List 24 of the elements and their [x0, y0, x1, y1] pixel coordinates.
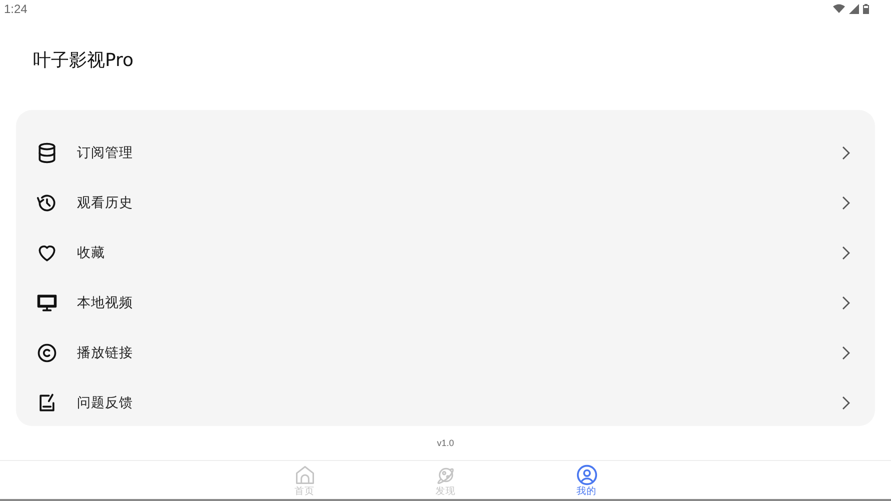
menu-item[interactable]: 本地视频 — [16, 278, 875, 328]
chevron-right-icon — [842, 196, 850, 210]
chevron-right-icon — [842, 296, 850, 310]
battery-icon — [863, 4, 869, 14]
nav-tab[interactable]: 我的 — [516, 461, 657, 499]
app-title: 叶子影视Pro — [33, 49, 134, 72]
menu-item[interactable]: 订阅管理 — [16, 127, 875, 178]
version-text: v1.0 — [436, 438, 454, 448]
copyright-icon — [36, 342, 58, 364]
chevron-right-icon — [842, 146, 850, 160]
signal-icon — [849, 4, 859, 14]
menu-item[interactable]: 问题反馈 — [16, 378, 875, 429]
chevron-right-icon — [842, 396, 850, 410]
chevron-right-icon — [842, 346, 850, 360]
menu-item[interactable]: 观看历史 — [16, 178, 875, 228]
menu-item[interactable]: 收藏 — [16, 228, 875, 278]
status-time: 1:24 — [4, 2, 28, 16]
user-icon — [576, 464, 598, 486]
wifi-icon — [833, 4, 845, 14]
menu-item[interactable]: 播放链接 — [16, 328, 875, 378]
database-icon — [36, 142, 58, 164]
home-icon — [294, 464, 316, 486]
monitor-icon — [36, 292, 58, 314]
chevron-right-icon — [842, 246, 850, 260]
